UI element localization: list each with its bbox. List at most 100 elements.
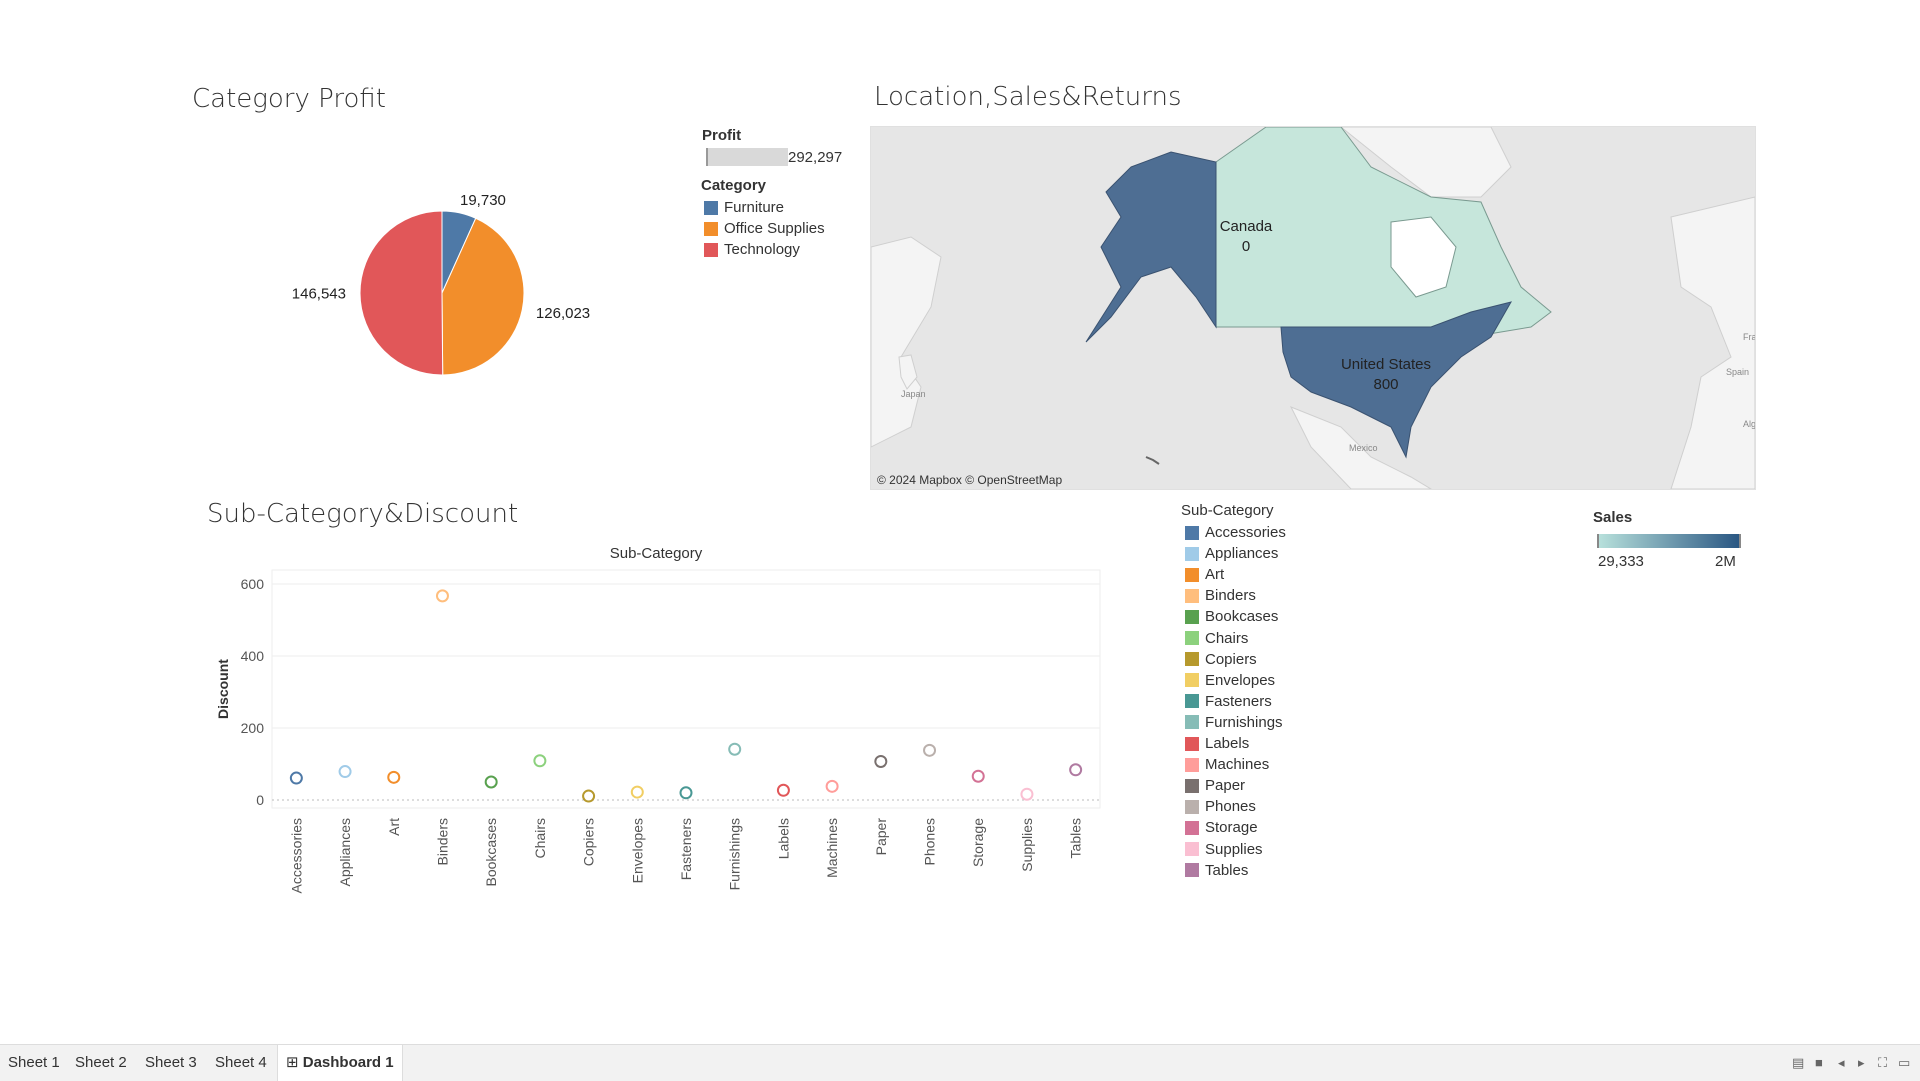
usa-name: United States	[1340, 356, 1432, 373]
x-tick-label: Envelopes	[629, 818, 645, 883]
pie-slice-technology[interactable]	[359, 210, 444, 376]
category-profit-pie-chart: 19,730 126,023 146,543	[292, 192, 590, 376]
next-sheet-icon[interactable]: ▸	[1858, 1055, 1865, 1071]
subcategory-legend-item-storage[interactable]: Storage	[1185, 819, 1258, 836]
point-art[interactable]	[387, 770, 401, 784]
subcategory-legend-item-phones[interactable]: Phones	[1185, 798, 1256, 815]
point-phones[interactable]	[923, 743, 937, 757]
x-tick-label: Chairs	[532, 818, 548, 858]
legend-label: Technology	[724, 241, 800, 258]
point-tables[interactable]	[1069, 763, 1083, 777]
legend-label: Chairs	[1205, 629, 1249, 647]
legend-swatch	[1185, 567, 1199, 582]
map-base-layer	[871, 127, 1755, 489]
legend-swatch	[1185, 778, 1199, 793]
point-binders[interactable]	[435, 589, 449, 603]
y-tick-label: 400	[241, 648, 265, 664]
map-label-canada: Canada 0	[1171, 217, 1321, 257]
category-legend-title: Category	[701, 177, 767, 194]
legend-swatch	[1185, 757, 1199, 772]
point-chairs[interactable]	[533, 754, 547, 768]
pie-chart-title: Category Profit	[192, 84, 386, 114]
legend-label: Copiers	[1205, 650, 1257, 668]
point-fasteners[interactable]	[679, 786, 693, 800]
legend-swatch	[1185, 863, 1199, 878]
point-appliances[interactable]	[338, 765, 352, 779]
category-legend-item-technology[interactable]: Technology	[704, 241, 800, 258]
point-furnishings[interactable]	[728, 742, 742, 756]
subcategory-discount-chart: Sub-Category 600 400 200 0 Discount Accessorie…	[215, 545, 1101, 893]
subcategory-legend-item-labels[interactable]: Labels	[1185, 735, 1249, 752]
pie-label-office-supplies: 126,023	[536, 305, 590, 322]
legend-label: Furniture	[724, 199, 785, 216]
x-tick-label: Storage	[970, 818, 986, 867]
subcategory-legend-item-tables[interactable]: Tables	[1185, 862, 1248, 879]
filmstrip-view-icon[interactable]: ■	[1815, 1055, 1823, 1070]
profit-legend-value: 292,297	[788, 149, 843, 166]
x-tick-label: Machines	[824, 818, 840, 878]
legend-swatch	[1185, 588, 1199, 603]
category-legend-item-office-supplies[interactable]: Office Supplies	[704, 220, 825, 237]
subcategory-legend-item-bookcases[interactable]: Bookcases	[1185, 608, 1278, 625]
sheet-tab-bar: Sheet 1 Sheet 2 Sheet 3 Sheet 4 ⊞ Dashboard …	[0, 1044, 1920, 1081]
location-map[interactable]: Canada 0 United States 800 Japan Mexico …	[870, 126, 1756, 490]
legend-swatch	[1185, 715, 1199, 730]
fit-screen-icon[interactable]: ⛶	[1878, 1055, 1887, 1071]
prev-sheet-icon[interactable]: ◂	[1838, 1055, 1845, 1071]
point-labels[interactable]	[776, 783, 790, 797]
point-paper[interactable]	[874, 754, 888, 768]
subcategory-legend-item-supplies[interactable]: Supplies	[1185, 841, 1263, 858]
point-envelopes[interactable]	[630, 785, 644, 799]
legend-label: Binders	[1205, 587, 1256, 605]
presentation-mode-icon[interactable]: ▭	[1898, 1055, 1910, 1071]
x-tick-label: Art	[386, 818, 402, 836]
point-accessories[interactable]	[289, 771, 303, 785]
point-copiers[interactable]	[582, 789, 596, 803]
legend-swatch	[1185, 652, 1199, 667]
point-supplies[interactable]	[1020, 787, 1034, 801]
map-label-mexico: Mexico	[1349, 443, 1378, 453]
grid-view-icon[interactable]: ▤	[1792, 1055, 1804, 1071]
legend-label: Fasteners	[1205, 692, 1272, 710]
map-label-france: Fra	[1743, 332, 1756, 342]
subcategory-legend-item-art[interactable]: Art	[1185, 566, 1224, 583]
point-bookcases[interactable]	[484, 775, 498, 789]
subcategory-legend-item-copiers[interactable]: Copiers	[1185, 651, 1257, 668]
subcategory-legend-item-furnishings[interactable]: Furnishings	[1185, 714, 1283, 731]
point-storage[interactable]	[971, 769, 985, 783]
legend-swatch	[1185, 820, 1199, 835]
point-machines[interactable]	[825, 779, 839, 793]
subcategory-legend-item-envelopes[interactable]: Envelopes	[1185, 672, 1275, 689]
profit-legend-title: Profit	[702, 127, 742, 144]
subcategory-legend-item-paper[interactable]: Paper	[1185, 777, 1245, 794]
legend-label: Machines	[1205, 756, 1270, 774]
x-tick-label: Tables	[1068, 818, 1084, 858]
subcategory-legend-item-accessories[interactable]: Accessories	[1185, 524, 1286, 541]
tab-sheet-4[interactable]: Sheet 4	[207, 1045, 275, 1081]
legend-swatch	[1185, 546, 1199, 561]
legend-swatch	[1185, 736, 1199, 751]
subcategory-legend-item-fasteners[interactable]: Fasteners	[1185, 693, 1272, 710]
subcategory-legend-item-appliances[interactable]: Appliances	[1185, 545, 1278, 562]
tab-sheet-2[interactable]: Sheet 2	[67, 1045, 135, 1081]
map-label-japan: Japan	[901, 389, 926, 399]
legend-label: Labels	[1205, 735, 1250, 752]
tab-sheet-1[interactable]: Sheet 1	[0, 1045, 68, 1081]
x-tick-label: Furnishings	[727, 818, 743, 890]
subcategory-legend-item-chairs[interactable]: Chairs	[1185, 630, 1248, 647]
x-tick-label: Fasteners	[678, 818, 694, 880]
category-legend-item-furniture[interactable]: Furniture	[704, 199, 784, 216]
sales-gradient-bar	[1597, 534, 1741, 548]
tab-dashboard-1[interactable]: ⊞ Dashboard 1	[277, 1045, 403, 1081]
subcategory-legend-item-binders[interactable]: Binders	[1185, 587, 1256, 604]
map-attribution[interactable]: © 2024 Mapbox © OpenStreetMap	[877, 473, 1062, 487]
x-tick-label: Accessories	[288, 818, 304, 893]
sales-legend-max: 2M	[1715, 553, 1736, 570]
dashboard-icon: ⊞	[286, 1054, 303, 1071]
y-tick-label: 600	[241, 576, 265, 592]
tab-sheet-3[interactable]: Sheet 3	[137, 1045, 205, 1081]
x-tick-label: Paper	[873, 818, 889, 856]
x-tick-label: Binders	[434, 818, 450, 865]
subcategory-legend-item-machines[interactable]: Machines	[1185, 756, 1269, 773]
x-tick-label: Phones	[922, 818, 938, 865]
